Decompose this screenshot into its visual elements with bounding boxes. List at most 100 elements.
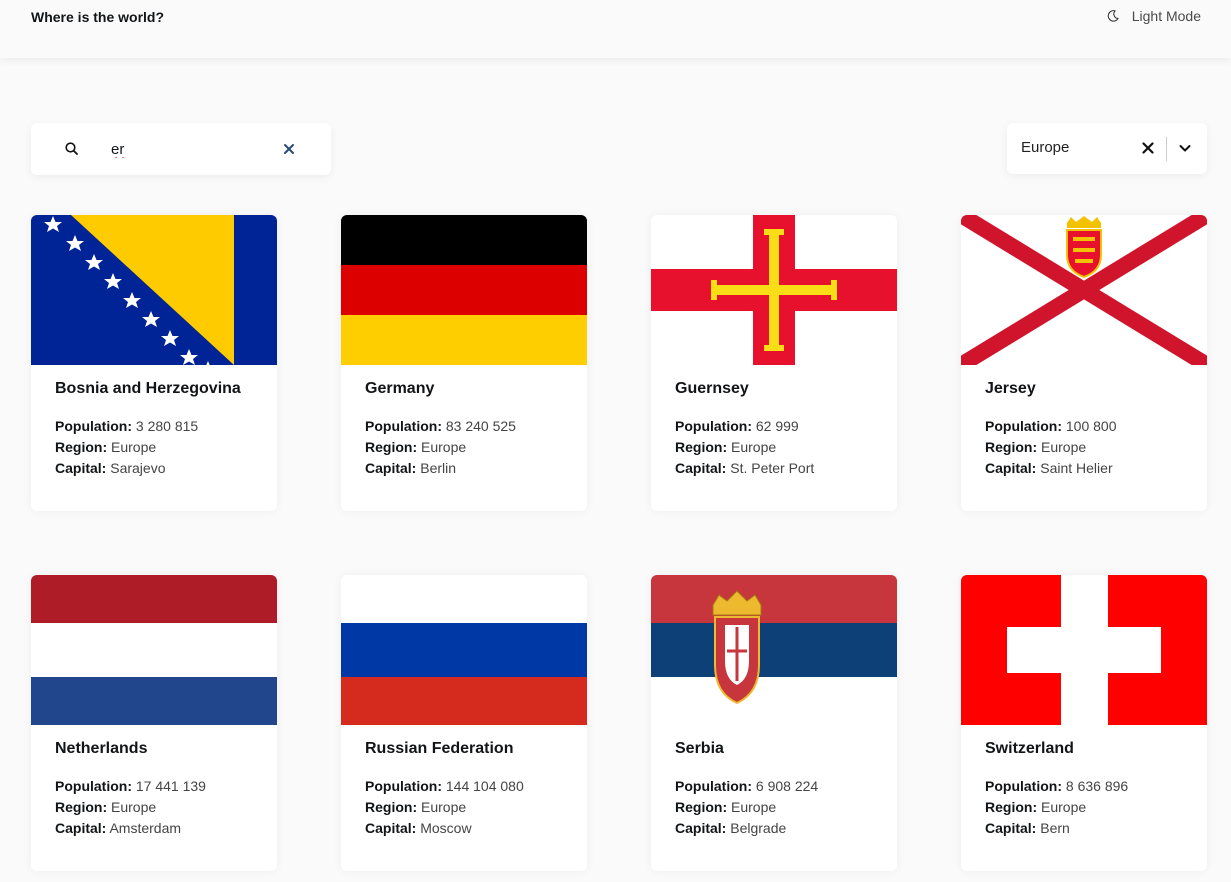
population-value: 6 908 224 xyxy=(755,778,819,794)
country-card-switzerland[interactable]: Switzerland Population: 8 636 896 Region… xyxy=(961,575,1207,871)
region-value: Europe xyxy=(731,799,777,815)
population-label: Population: xyxy=(985,418,1062,434)
region-filter-value: Europe xyxy=(1021,139,1070,156)
population-label: Population: xyxy=(985,778,1062,794)
moon-icon xyxy=(1107,10,1119,22)
population-value: 100 800 xyxy=(1065,418,1117,434)
country-name: Serbia xyxy=(675,740,724,757)
capital-label: Capital: xyxy=(985,820,1037,836)
capital-value: Amsterdam xyxy=(109,820,182,836)
capital-value: Berlin xyxy=(420,460,457,476)
jersey-flag xyxy=(961,215,1207,365)
guernsey-flag xyxy=(651,215,897,365)
app-title: Where is the world? xyxy=(31,9,165,25)
capital-label: Capital: xyxy=(985,460,1037,476)
population-label: Population: xyxy=(365,418,442,434)
population-value: 83 240 525 xyxy=(445,418,516,434)
population-label: Population: xyxy=(675,778,752,794)
capital-label: Capital: xyxy=(365,820,417,836)
region-label: Region: xyxy=(55,439,108,455)
region-value: Europe xyxy=(111,799,157,815)
country-card-jersey[interactable]: Jersey Population: 100 800 Region: Europ… xyxy=(961,215,1207,511)
capital-row: Capital: Sarajevo xyxy=(55,458,267,479)
filter-divider xyxy=(1166,137,1167,161)
country-card-guernsey[interactable]: Guernsey Population: 62 999 Region: Euro… xyxy=(651,215,897,511)
capital-row: Capital: Berlin xyxy=(365,458,577,479)
population-row: Population: 8 636 896 xyxy=(985,776,1197,797)
theme-toggle-button[interactable]: Light Mode xyxy=(1106,8,1201,24)
region-row: Region: Europe xyxy=(985,797,1197,818)
population-value: 8 636 896 xyxy=(1065,778,1129,794)
capital-label: Capital: xyxy=(675,460,727,476)
capital-label: Capital: xyxy=(55,820,107,836)
capital-row: Capital: Saint Helier xyxy=(985,458,1197,479)
country-name: Netherlands xyxy=(55,740,148,757)
capital-value: St. Peter Port xyxy=(730,460,815,476)
capital-value: Sarajevo xyxy=(110,460,166,476)
serbia-flag xyxy=(651,575,897,725)
region-value: Europe xyxy=(421,799,467,815)
clear-filter-icon[interactable] xyxy=(1140,140,1156,156)
switzerland-flag xyxy=(961,575,1207,725)
population-row: Population: 62 999 xyxy=(675,416,887,437)
capital-value: Saint Helier xyxy=(1040,460,1113,476)
germany-flag xyxy=(341,215,587,365)
country-name: Jersey xyxy=(985,380,1036,397)
population-value: 62 999 xyxy=(755,418,799,434)
capital-label: Capital: xyxy=(675,820,727,836)
search-box xyxy=(31,123,331,175)
country-card-netherlands[interactable]: Netherlands Population: 17 441 139 Regio… xyxy=(31,575,277,871)
country-card-germany[interactable]: Germany Population: 83 240 525 Region: E… xyxy=(341,215,587,511)
russian-federation-flag xyxy=(341,575,587,725)
region-value: Europe xyxy=(1041,439,1087,455)
clear-search-icon[interactable] xyxy=(281,141,297,157)
region-filter-select[interactable]: Europe xyxy=(1007,123,1207,174)
region-label: Region: xyxy=(675,439,728,455)
population-label: Population: xyxy=(55,778,132,794)
population-row: Population: 3 280 815 xyxy=(55,416,267,437)
population-value: 144 104 080 xyxy=(445,778,524,794)
capital-label: Capital: xyxy=(55,460,107,476)
capital-row: Capital: Amsterdam xyxy=(55,818,267,839)
search-input[interactable] xyxy=(111,137,271,161)
region-label: Region: xyxy=(985,439,1038,455)
population-label: Population: xyxy=(365,778,442,794)
country-name: Guernsey xyxy=(675,380,749,397)
netherlands-flag xyxy=(31,575,277,725)
region-row: Region: Europe xyxy=(675,797,887,818)
region-row: Region: Europe xyxy=(985,437,1197,458)
capital-row: Capital: Moscow xyxy=(365,818,577,839)
region-row: Region: Europe xyxy=(675,437,887,458)
country-card-bosnia-and-herzegovina[interactable]: Bosnia and Herzegovina Population: 3 280… xyxy=(31,215,277,511)
capital-row: Capital: Belgrade xyxy=(675,818,887,839)
region-label: Region: xyxy=(55,799,108,815)
bosnia-and-herzegovina-flag xyxy=(31,215,277,365)
population-label: Population: xyxy=(675,418,752,434)
country-name: Bosnia and Herzegovina xyxy=(55,380,241,397)
region-value: Europe xyxy=(731,439,777,455)
capital-label: Capital: xyxy=(365,460,417,476)
country-card-serbia[interactable]: Serbia Population: 6 908 224 Region: Eur… xyxy=(651,575,897,871)
population-value: 17 441 139 xyxy=(135,778,206,794)
population-label: Population: xyxy=(55,418,132,434)
population-row: Population: 6 908 224 xyxy=(675,776,887,797)
country-card-russian-federation[interactable]: Russian Federation Population: 144 104 0… xyxy=(341,575,587,871)
region-value: Europe xyxy=(111,439,157,455)
capital-value: Moscow xyxy=(420,820,472,836)
chevron-down-icon[interactable] xyxy=(1177,140,1193,156)
capital-row: Capital: St. Peter Port xyxy=(675,458,887,479)
population-row: Population: 144 104 080 xyxy=(365,776,577,797)
population-value: 3 280 815 xyxy=(135,418,199,434)
capital-row: Capital: Bern xyxy=(985,818,1197,839)
region-label: Region: xyxy=(675,799,728,815)
region-row: Region: Europe xyxy=(365,437,577,458)
region-value: Europe xyxy=(1041,799,1087,815)
region-value: Europe xyxy=(421,439,467,455)
country-name: Switzerland xyxy=(985,740,1074,757)
capital-value: Belgrade xyxy=(730,820,787,836)
region-row: Region: Europe xyxy=(55,797,267,818)
top-header: Where is the world? Light Mode xyxy=(0,0,1231,58)
country-name: Germany xyxy=(365,380,435,397)
population-row: Population: 83 240 525 xyxy=(365,416,577,437)
region-label: Region: xyxy=(365,799,418,815)
